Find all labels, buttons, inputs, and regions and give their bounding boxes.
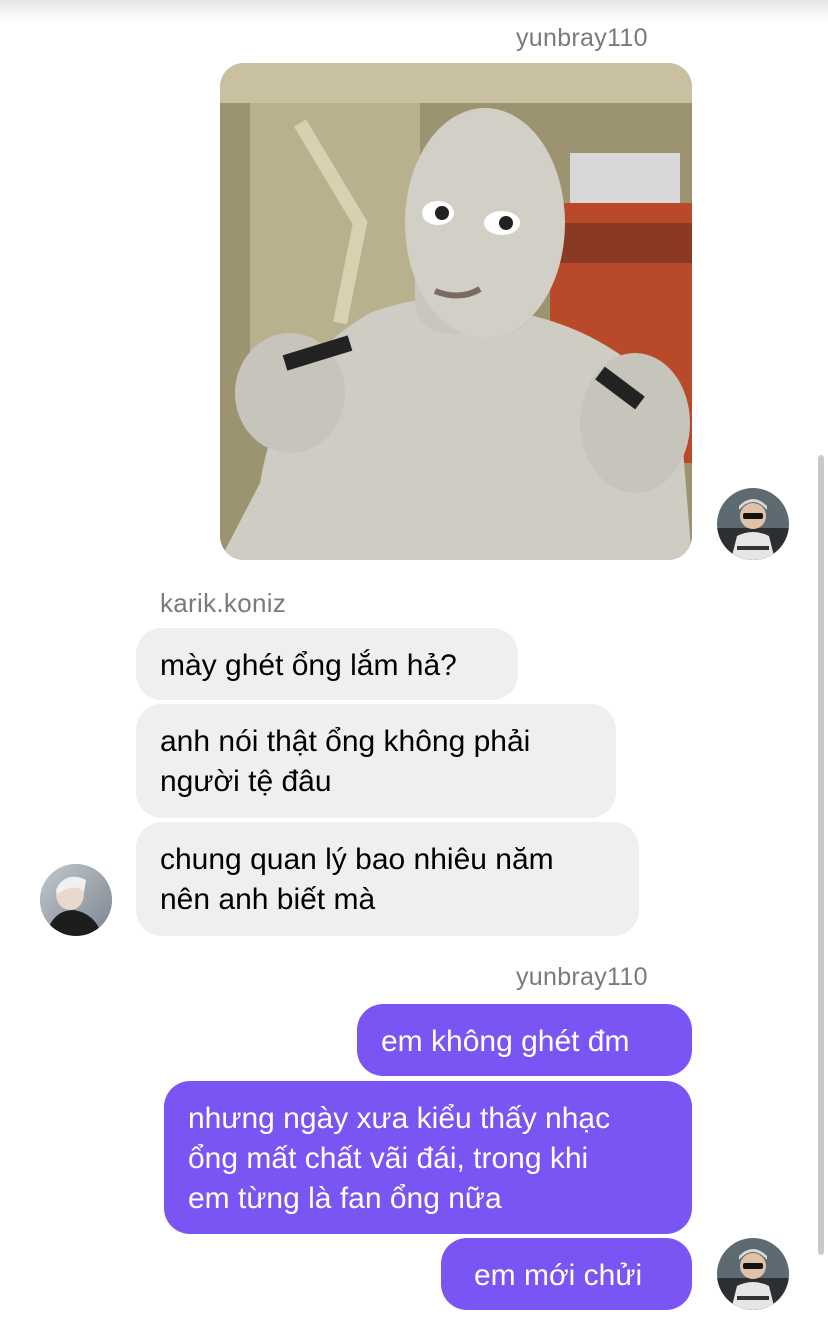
avatar-image-yunbray110 xyxy=(717,488,789,560)
sender-label-yunbray110: yunbray110 xyxy=(516,963,648,991)
avatar-image-yunbray110 xyxy=(717,1238,789,1310)
top-shade xyxy=(0,0,828,22)
outgoing-message-bubble[interactable]: nhưng ngày xưa kiểu thấy nhạc ổng mất ch… xyxy=(164,1081,692,1234)
robot-photo-image xyxy=(220,63,692,560)
outgoing-message-bubble[interactable]: em không ghét đm xyxy=(357,1004,692,1076)
sender-label-yunbray110: yunbray110 xyxy=(516,24,648,52)
incoming-message-bubble[interactable]: mày ghét ổng lắm hả? xyxy=(136,628,518,700)
avatar-yunbray110[interactable] xyxy=(717,488,789,560)
incoming-message-bubble[interactable]: anh nói thật ổng không phải người tệ đâu xyxy=(136,704,616,818)
outgoing-message-bubble[interactable]: em mới chửi xyxy=(441,1238,692,1310)
avatar-yunbray110[interactable] xyxy=(717,1238,789,1310)
sender-label-karik: karik.koniz xyxy=(160,588,287,618)
scrollbar[interactable] xyxy=(818,455,824,1255)
avatar-image-karik xyxy=(40,864,112,936)
photo-message[interactable] xyxy=(220,63,692,560)
incoming-message-bubble[interactable]: chung quan lý bao nhiêu năm nên anh biết… xyxy=(136,822,639,936)
avatar-karik[interactable] xyxy=(40,864,112,936)
